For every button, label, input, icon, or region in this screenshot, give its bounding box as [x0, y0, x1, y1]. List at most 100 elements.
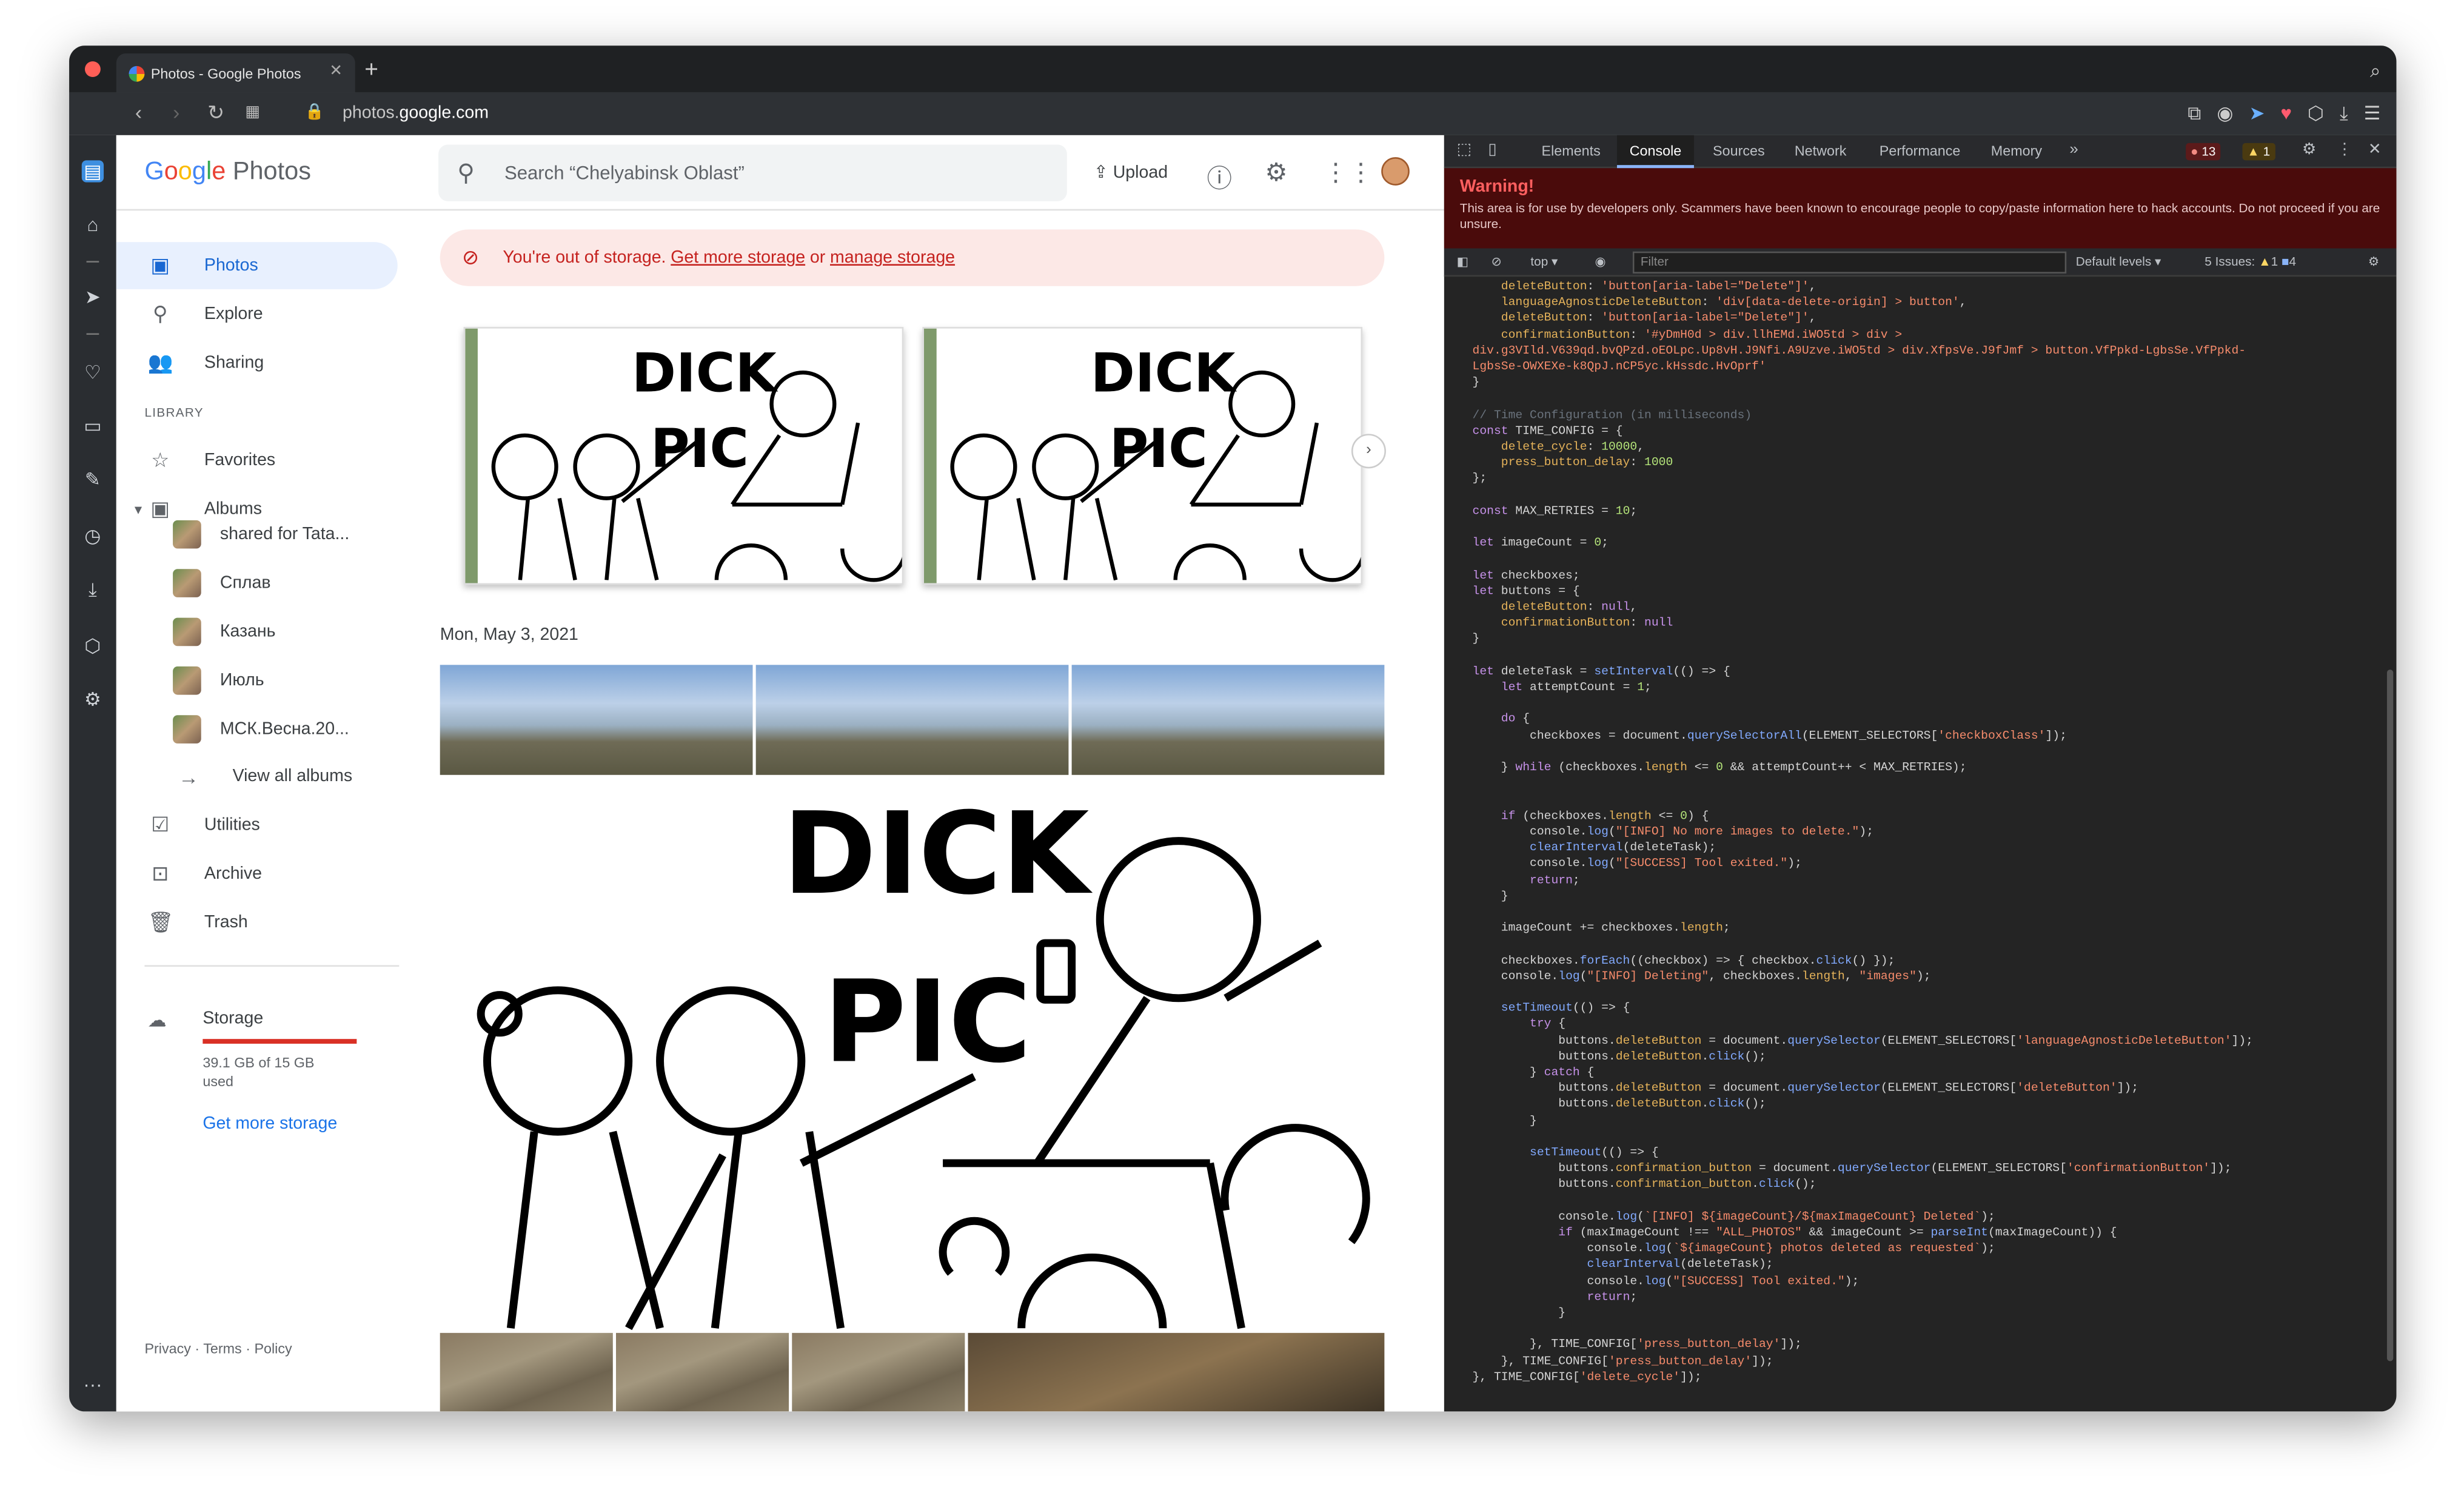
clear-console-icon[interactable]: ⊘ — [1491, 255, 1502, 269]
memory-card[interactable]: DICK PIC — [922, 327, 1363, 585]
devtools-settings-icon[interactable]: ⚙ — [2302, 141, 2316, 159]
back-icon[interactable]: ‹ — [135, 101, 142, 124]
url-field[interactable]: photos.google.com — [343, 104, 489, 123]
more-icon[interactable]: ··· — [82, 1374, 104, 1395]
photo-thumbnail[interactable] — [440, 1332, 613, 1412]
pinboard-icon[interactable]: ✎ — [82, 468, 104, 490]
console-filter-input[interactable]: Filter — [1632, 251, 2067, 274]
issues-button[interactable]: 5 Issues: ▲1 ■4 — [2205, 255, 2296, 269]
album-thumbnail — [173, 520, 201, 549]
album-item[interactable]: Июль — [173, 662, 264, 699]
news-icon[interactable]: ▭ — [82, 415, 104, 437]
get-more-storage-link[interactable]: Get more storage — [671, 249, 805, 267]
apps-grid-icon[interactable]: ⋮⋮ — [1323, 157, 1373, 189]
photo-thumbnail[interactable] — [755, 665, 1069, 775]
google-photos-logo[interactable]: Google Photos — [144, 159, 310, 187]
menu-icon[interactable]: ☰ — [2364, 102, 2381, 126]
warning-title: Warning! — [1459, 177, 1535, 196]
storage-label[interactable]: Storage — [203, 1009, 263, 1028]
tab-bar: Photos - Google Photos ✕ + ⌕ — [69, 45, 2397, 93]
settings-icon[interactable]: ⚙ — [82, 688, 104, 710]
meme-text-pic: PIC — [823, 956, 1031, 1088]
extensions-icon[interactable]: ⬡ — [82, 635, 104, 657]
error-count-badge[interactable]: ● 13 — [2186, 143, 2221, 161]
sidebar-item-explore[interactable]: ⚲ Explore — [116, 290, 400, 338]
download-icon[interactable]: ⤓ — [2340, 102, 2348, 126]
context-selector[interactable]: top ▾ — [1530, 255, 1558, 269]
tab-sources[interactable]: Sources — [1713, 143, 1765, 159]
history-icon[interactable]: ◷ — [82, 525, 104, 547]
album-item[interactable]: Казань — [173, 613, 276, 651]
speed-dial-icon[interactable]: ▦ — [245, 104, 260, 121]
close-devtools-icon[interactable]: ✕ — [2368, 141, 2382, 159]
inspect-element-icon[interactable]: ⬚ — [1457, 141, 1472, 159]
console-code[interactable]: deleteButton: 'button[aria-label="Delete… — [1473, 280, 2384, 1386]
avatar[interactable] — [1381, 157, 1410, 186]
forward-icon[interactable]: › — [173, 101, 179, 124]
tab-elements[interactable]: Elements — [1542, 143, 1601, 159]
album-item[interactable]: shared for Tata... — [173, 515, 349, 553]
photo-thumbnail[interactable] — [792, 1332, 965, 1412]
sidebar-item-photos[interactable]: ▣ Photos — [116, 242, 398, 289]
album-thumbnail — [173, 617, 201, 646]
help-icon[interactable]: ⓘ — [1207, 157, 1233, 195]
close-window-icon[interactable] — [84, 61, 101, 77]
tab-network[interactable]: Network — [1795, 143, 1847, 159]
device-toolbar-icon[interactable]: ▯ — [1488, 141, 1496, 159]
messenger-icon[interactable]: ➤ — [82, 286, 104, 308]
settings-gear-icon[interactable]: ⚙ — [1265, 157, 1287, 189]
meme-photo-large[interactable]: DICK PIC — [440, 785, 1388, 1333]
photo-thumbnail[interactable] — [440, 665, 753, 775]
close-tab-icon[interactable]: ✕ — [329, 63, 343, 81]
next-arrow-icon[interactable]: › — [1351, 434, 1386, 469]
live-expression-eye-icon[interactable]: ◉ — [1595, 255, 1606, 269]
divider — [144, 965, 400, 967]
footer-links[interactable]: Privacy · Terms · Policy — [144, 1341, 292, 1357]
sidebar-item-favorites[interactable]: ☆ Favorites — [116, 437, 400, 485]
tab-memory[interactable]: Memory — [1991, 143, 2042, 159]
meme-text-dick: DICK — [1091, 341, 1237, 404]
address-bar: ‹ › ↻ ▦ 🔒 photos.google.com ⧉ ◉ ➤ ♥ ⬡ ⤓ … — [69, 92, 2397, 135]
heart-icon[interactable]: ♥ — [2281, 102, 2292, 126]
photo-thumbnail[interactable] — [615, 1332, 789, 1412]
tab-performance[interactable]: Performance — [1880, 143, 1961, 159]
sidebar-item-sharing[interactable]: 👥 Sharing — [116, 340, 400, 387]
get-more-storage-link[interactable]: Get more storage — [203, 1115, 337, 1133]
search-input[interactable]: ⚲ Search “Chelyabinsk Oblast” — [438, 144, 1067, 201]
sidebar-item-utilities[interactable]: ☑ Utilities — [116, 802, 400, 849]
upload-icon: ⇪ — [1093, 163, 1108, 183]
warning-count-badge[interactable]: ▲ 1 — [2242, 143, 2275, 161]
chevron-down-icon[interactable]: ▼ — [126, 502, 150, 516]
sidebar-toggle-icon[interactable]: ◧ — [1457, 255, 1469, 269]
sidebar-item-trash[interactable]: 🗑 Trash — [116, 899, 400, 947]
sidebar-item-archive[interactable]: ⊡ Archive — [116, 850, 400, 898]
reload-icon[interactable]: ↻ — [207, 101, 224, 126]
log-levels-dropdown[interactable]: Default levels ▾ — [2076, 255, 2161, 269]
tab-search-icon[interactable]: ⌕ — [2370, 59, 2380, 83]
view-all-albums[interactable]: → View all albums — [116, 753, 400, 800]
snapshot-icon[interactable]: ⧉ — [2188, 102, 2201, 126]
memory-card[interactable]: DICK PIC — [463, 327, 904, 585]
favorites-heart-icon[interactable]: ♡ — [82, 361, 104, 383]
album-item[interactable]: Сплав — [173, 564, 271, 602]
send-icon[interactable]: ➤ — [2249, 102, 2265, 126]
console-scrollbar[interactable] — [2386, 670, 2394, 1362]
more-tabs-icon[interactable]: » — [2069, 141, 2078, 159]
workspace-icon[interactable]: ▤ — [81, 160, 104, 183]
upload-button[interactable]: ⇪ Upload — [1094, 162, 1168, 183]
console-warning-banner: Warning! This area is for use by develop… — [1444, 168, 2397, 249]
kebab-menu-icon[interactable]: ⋮ — [2337, 141, 2352, 159]
downloads-icon[interactable]: ⤓ — [82, 579, 104, 600]
cube-icon[interactable]: ⬡ — [2308, 102, 2324, 126]
photo-thumbnail[interactable] — [1071, 665, 1385, 775]
manage-storage-link[interactable]: manage storage — [830, 249, 955, 267]
home-icon[interactable]: ⌂ — [82, 213, 104, 235]
photo-thumbnail[interactable] — [968, 1332, 1385, 1412]
camera-icon[interactable]: ◉ — [2217, 102, 2233, 126]
album-item[interactable]: МСК.Весна.20... — [173, 710, 349, 748]
out-of-storage-banner: ⊘ You're out of storage. Get more storag… — [440, 229, 1385, 286]
browser-tab[interactable]: Photos - Google Photos ✕ — [116, 53, 355, 93]
console-settings-icon[interactable]: ⚙ — [2368, 255, 2380, 269]
new-tab-icon[interactable]: + — [364, 56, 378, 83]
tab-console[interactable]: Console — [1616, 135, 1695, 169]
